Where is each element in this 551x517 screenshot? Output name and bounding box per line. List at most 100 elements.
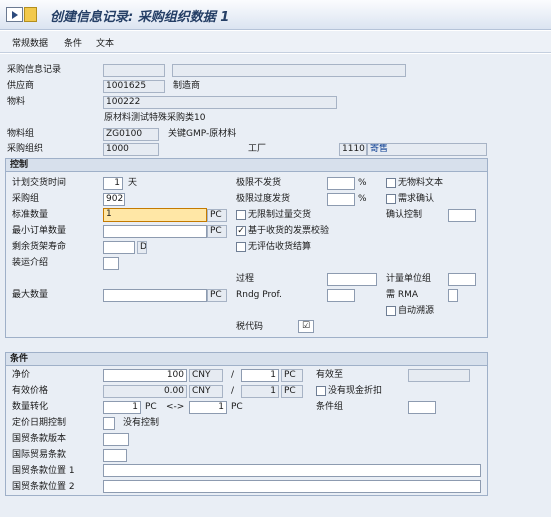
info-record-desc-field	[172, 64, 406, 77]
vendor-field: 1001625	[103, 80, 165, 93]
shipping-label: 装运介绍	[12, 258, 49, 268]
menu-conditions[interactable]: 条件	[64, 36, 82, 49]
menu-bar	[0, 31, 551, 53]
shipping-field[interactable]	[103, 257, 119, 270]
shelf-life-field[interactable]	[103, 241, 135, 254]
ack-req-label: 需求确认	[398, 194, 435, 204]
max-qty-label: 最大数量	[12, 290, 49, 300]
qty-conv-right-field[interactable]: 1	[189, 401, 227, 414]
no-cash-disc-label: 没有现金折扣	[328, 386, 383, 396]
qty-conv-left-field[interactable]: 1	[103, 401, 141, 414]
std-qty-unit: PC	[207, 209, 227, 222]
unlimited-checkbox[interactable]	[236, 210, 246, 220]
max-qty-field[interactable]	[103, 289, 207, 302]
min-order-label: 最小订单数量	[12, 226, 67, 236]
valid-to-label: 有效至	[316, 370, 344, 380]
incoterm-loc2-label: 国贸条款位置 2	[12, 482, 75, 492]
incoterm-loc1-field[interactable]	[103, 464, 481, 477]
no-mat-text-checkbox[interactable]	[386, 178, 396, 188]
eff-price-field: 0.00	[103, 385, 187, 398]
auto-source-checkbox[interactable]	[386, 306, 396, 316]
max-qty-unit: PC	[207, 289, 227, 302]
consignment-field: 寄售	[367, 143, 487, 156]
plan-delivery-unit: 天	[128, 178, 138, 188]
incoterms-field[interactable]	[103, 449, 127, 462]
net-price-uom[interactable]: PC	[281, 369, 303, 382]
eff-price-slash: /	[231, 386, 235, 396]
info-record-field	[103, 64, 165, 77]
shelf-life-unit: D	[137, 241, 147, 254]
control-title: 控制	[6, 159, 487, 172]
std-qty-field[interactable]: 1	[103, 208, 207, 222]
purch-group-field[interactable]: 902	[103, 193, 125, 206]
material-field: 100222	[103, 96, 337, 109]
over-tol-label: 极限过度发货	[236, 194, 291, 204]
incoterm-loc2-field[interactable]	[103, 480, 481, 493]
rma-label: 需 RMA	[386, 290, 419, 300]
back-icon[interactable]	[6, 7, 23, 22]
net-price-label: 净价	[12, 370, 31, 380]
eff-price-uom: PC	[281, 385, 303, 398]
qty-conv-label: 数量转化	[12, 402, 49, 412]
pricing-date-desc: 没有控制	[123, 418, 160, 428]
vendor-label: 供应商	[7, 81, 35, 91]
net-price-currency[interactable]: CNY	[189, 369, 223, 382]
incoterm-ver-label: 国贸条款版本	[12, 434, 67, 444]
material-label: 物料	[7, 97, 26, 107]
auto-source-label: 自动溯源	[398, 306, 435, 316]
folder-icon[interactable]	[24, 7, 37, 22]
min-order-field[interactable]	[103, 225, 207, 238]
qty-conv-left-unit: PC	[145, 402, 157, 412]
under-tol-field[interactable]	[327, 177, 355, 190]
unlimited-label: 无限制过量交货	[248, 210, 312, 220]
info-record-label: 采购信息记录	[7, 65, 62, 75]
no-mat-text-label: 无物料文本	[398, 178, 444, 188]
menu-texts[interactable]: 文本	[96, 36, 114, 49]
pricing-date-label: 定价日期控制	[12, 418, 67, 428]
incoterm-loc1-label: 国贸条款位置 1	[12, 466, 75, 476]
procedure-field[interactable]	[327, 273, 377, 286]
cond-group-label: 条件组	[316, 402, 344, 412]
tax-code-label: 税代码	[236, 322, 264, 332]
net-price-field[interactable]: 100	[103, 369, 187, 382]
material-group-desc: 关键GMP-原材料	[168, 129, 237, 139]
incoterm-ver-field[interactable]	[103, 433, 129, 446]
no-eval-gr-label: 无评估收货结算	[248, 242, 312, 252]
gr-based-iv-checkbox[interactable]: ✓	[236, 226, 246, 236]
uom-group-label: 计量单位组	[386, 274, 432, 284]
qty-conv-arrow: <->	[166, 402, 185, 412]
eff-price-currency: CNY	[189, 385, 223, 398]
purch-group-label: 采购组	[12, 194, 40, 204]
conf-ctrl-field[interactable]	[448, 209, 476, 222]
vendor-name: 制造商	[173, 81, 201, 91]
under-tol-label: 极限不发货	[236, 178, 282, 188]
shelf-life-label: 剩余货架寿命	[12, 242, 67, 252]
material-desc: 原材料测试特殊采购类10	[104, 113, 206, 123]
net-price-per[interactable]: 1	[241, 369, 279, 382]
procedure-label: 过程	[236, 274, 255, 284]
min-order-unit: PC	[207, 225, 227, 238]
eff-price-label: 有效价格	[12, 386, 49, 396]
plan-delivery-field[interactable]: 1	[103, 177, 123, 190]
gr-based-iv-label: 基于收货的发票校验	[248, 226, 330, 236]
uom-group-field[interactable]	[448, 273, 476, 286]
valid-to-field	[408, 369, 470, 382]
no-cash-disc-checkbox[interactable]	[316, 386, 326, 396]
pricing-date-field[interactable]	[103, 417, 115, 430]
under-tol-unit: %	[358, 178, 367, 188]
plan-delivery-label: 计划交货时间	[12, 178, 67, 188]
ack-req-checkbox[interactable]	[386, 194, 396, 204]
over-tol-field[interactable]	[327, 193, 355, 206]
rndg-field[interactable]	[327, 289, 355, 302]
tax-code-field[interactable]: ☑	[298, 320, 314, 333]
material-group-field: ZG0100	[103, 128, 159, 141]
conditions-title: 条件	[6, 353, 487, 366]
qty-conv-right-unit: PC	[231, 402, 243, 412]
menu-general-data[interactable]: 常规数据	[12, 36, 48, 49]
plant-field: 1110	[339, 143, 367, 156]
eff-price-per: 1	[241, 385, 279, 398]
cond-group-field[interactable]	[408, 401, 436, 414]
rma-field[interactable]	[448, 289, 458, 302]
no-eval-gr-checkbox[interactable]	[236, 242, 246, 252]
incoterms-label: 国际贸易条款	[12, 450, 67, 460]
